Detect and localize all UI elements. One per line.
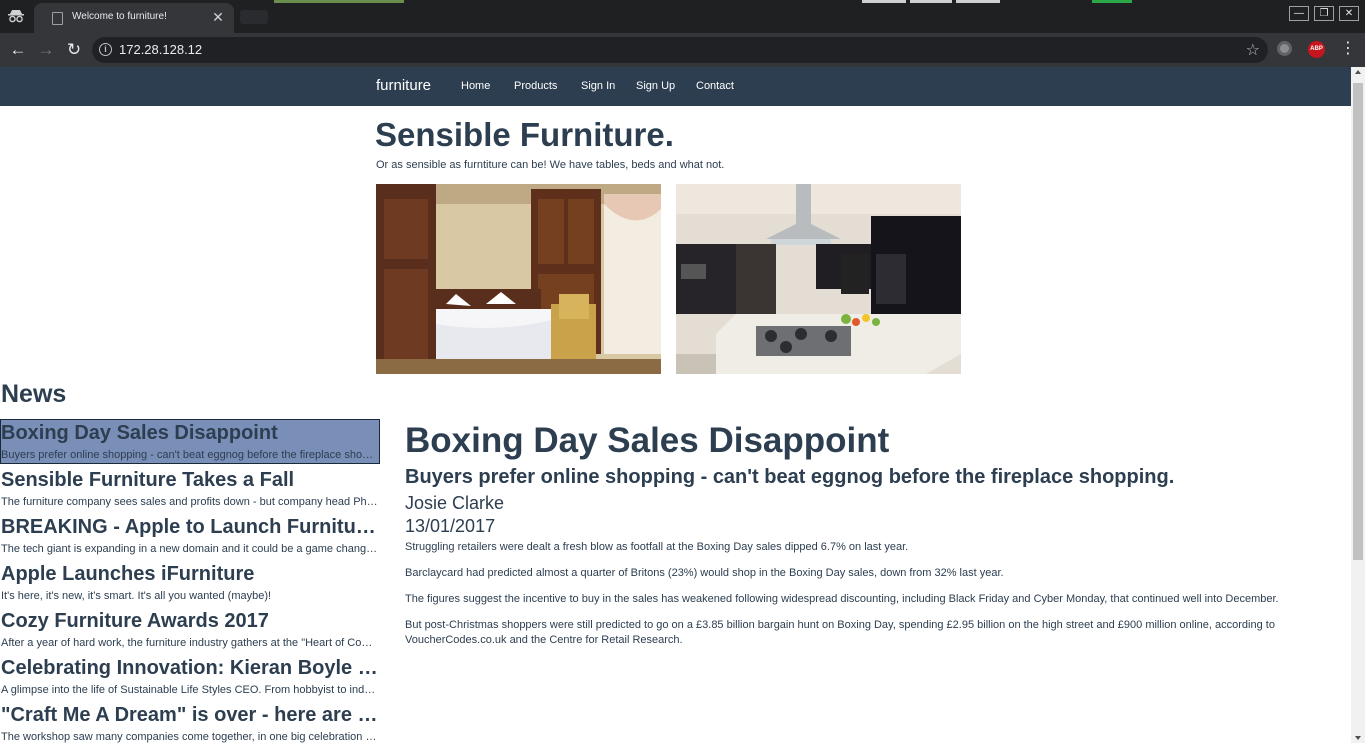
- page-favicon-icon: [52, 12, 63, 25]
- incognito-icon: [6, 6, 26, 26]
- news-item-title: BREAKING - Apple to Launch Furniture Lin…: [1, 516, 378, 538]
- nav-contact[interactable]: Contact: [696, 80, 734, 92]
- forward-arrow-icon[interactable]: →: [34, 38, 58, 62]
- restore-icon[interactable]: ❐: [1314, 6, 1334, 21]
- nav-sign-in[interactable]: Sign In: [581, 80, 615, 92]
- tab-close-icon[interactable]: ✕: [210, 7, 226, 27]
- article-paragraph: Struggling retailers were dealt a fresh …: [405, 541, 909, 553]
- news-item-summary: It's here, it's new, it's smart. It's al…: [1, 590, 272, 602]
- scroll-down-arrow-icon[interactable]: [1355, 736, 1361, 740]
- nav-home[interactable]: Home: [461, 80, 490, 92]
- taskbar-strip: [910, 0, 952, 3]
- news-item[interactable]: BREAKING - Apple to Launch Furniture Lin…: [0, 513, 380, 558]
- close-window-icon[interactable]: ✕: [1339, 6, 1359, 21]
- bedroom-photo: [376, 184, 661, 374]
- back-arrow-icon[interactable]: ←: [6, 38, 30, 62]
- hero-subtitle: Or as sensible as furntiture can be! We …: [376, 159, 725, 171]
- news-item[interactable]: Cozy Furniture Awards 2017 After a year …: [0, 607, 380, 652]
- new-tab-button[interactable]: [240, 10, 268, 24]
- browser-menu-icon[interactable]: ⋮: [1340, 39, 1356, 59]
- minimize-icon[interactable]: —: [1289, 6, 1309, 21]
- page-scrollbar[interactable]: [1351, 67, 1365, 743]
- hero-title: Sensible Furniture.: [375, 116, 674, 153]
- taskbar-strip: [956, 0, 1000, 3]
- news-item-title: Sensible Furniture Takes a Fall: [1, 469, 295, 491]
- adblock-plus-icon[interactable]: ABP: [1308, 41, 1325, 58]
- news-item[interactable]: "Craft Me A Dream" is over - here are th…: [0, 701, 380, 743]
- site-brand[interactable]: furniture: [376, 77, 431, 94]
- article-author: Josie Clarke: [405, 493, 505, 513]
- news-item-summary: A glimpse into the life of Sustainable L…: [1, 684, 378, 696]
- article: Boxing Day Sales Disappoint Buyers prefe…: [405, 420, 1285, 659]
- tab-title: Welcome to furniture!: [72, 11, 167, 22]
- nav-sign-up[interactable]: Sign Up: [636, 80, 675, 92]
- article-paragraph: Barclaycard had predicted almost a quart…: [405, 567, 1004, 579]
- news-item-summary: The tech giant is expanding in a new dom…: [1, 543, 378, 555]
- taskbar-strip: [274, 0, 404, 3]
- nav-products[interactable]: Products: [514, 80, 557, 92]
- article-date: 13/01/2017: [405, 516, 496, 536]
- news-heading: News: [1, 380, 67, 408]
- news-item[interactable]: Sensible Furniture Takes a Fall The furn…: [0, 466, 380, 511]
- news-item-title: Boxing Day Sales Disappoint: [1, 422, 278, 444]
- bookmark-star-icon[interactable]: ☆: [1246, 40, 1260, 60]
- news-item[interactable]: Apple Launches iFurniture It's here, it'…: [0, 560, 380, 605]
- article-subtitle: Buyers prefer online shopping - can't be…: [405, 466, 1175, 488]
- news-item-summary: Buyers prefer online shopping - can't be…: [1, 449, 378, 461]
- kitchen-photo: [676, 184, 961, 374]
- news-item-title: Cozy Furniture Awards 2017: [1, 610, 269, 632]
- news-item[interactable]: Celebrating Innovation: Kieran Boyle Spe…: [0, 654, 380, 699]
- page-viewport: furniture Home Products Sign In Sign Up …: [0, 67, 1351, 743]
- news-item-active[interactable]: Boxing Day Sales Disappoint Buyers prefe…: [0, 419, 380, 464]
- taskbar-strip: [862, 0, 906, 3]
- article-title: Boxing Day Sales Disappoint: [405, 421, 890, 460]
- taskbar-strip: [1092, 0, 1132, 3]
- article-paragraph: The figures suggest the incentive to buy…: [405, 593, 1279, 605]
- browser-titlebar: Welcome to furniture! ✕ — ❐ ✕: [0, 0, 1365, 33]
- news-item-title: Apple Launches iFurniture: [1, 563, 255, 585]
- news-item-summary: After a year of hard work, the furniture…: [1, 637, 378, 649]
- browser-tab[interactable]: Welcome to furniture! ✕: [34, 3, 234, 33]
- site-navbar: furniture Home Products Sign In Sign Up …: [0, 67, 1351, 106]
- reload-icon[interactable]: ↻: [62, 38, 86, 62]
- news-item-title: Celebrating Innovation: Kieran Boyle Spe…: [1, 657, 378, 679]
- site-info-icon[interactable]: i: [99, 43, 112, 56]
- browser-toolbar: ← → ↻ i 172.28.128.12 ☆: [0, 33, 1365, 67]
- scrollbar-thumb[interactable]: [1353, 83, 1363, 560]
- scroll-up-arrow-icon[interactable]: [1355, 70, 1361, 74]
- address-url[interactable]: 172.28.128.12: [119, 42, 202, 57]
- news-item-summary: The furniture company sees sales and pro…: [1, 496, 378, 508]
- address-bar[interactable]: i 172.28.128.12 ☆: [92, 37, 1268, 63]
- news-item-title: "Craft Me A Dream" is over - here are th…: [1, 704, 378, 726]
- extension-icon[interactable]: [1277, 41, 1292, 56]
- article-paragraph: But post-Christmas shoppers were still p…: [405, 619, 1275, 646]
- news-item-summary: The workshop saw many companies come tog…: [1, 731, 378, 743]
